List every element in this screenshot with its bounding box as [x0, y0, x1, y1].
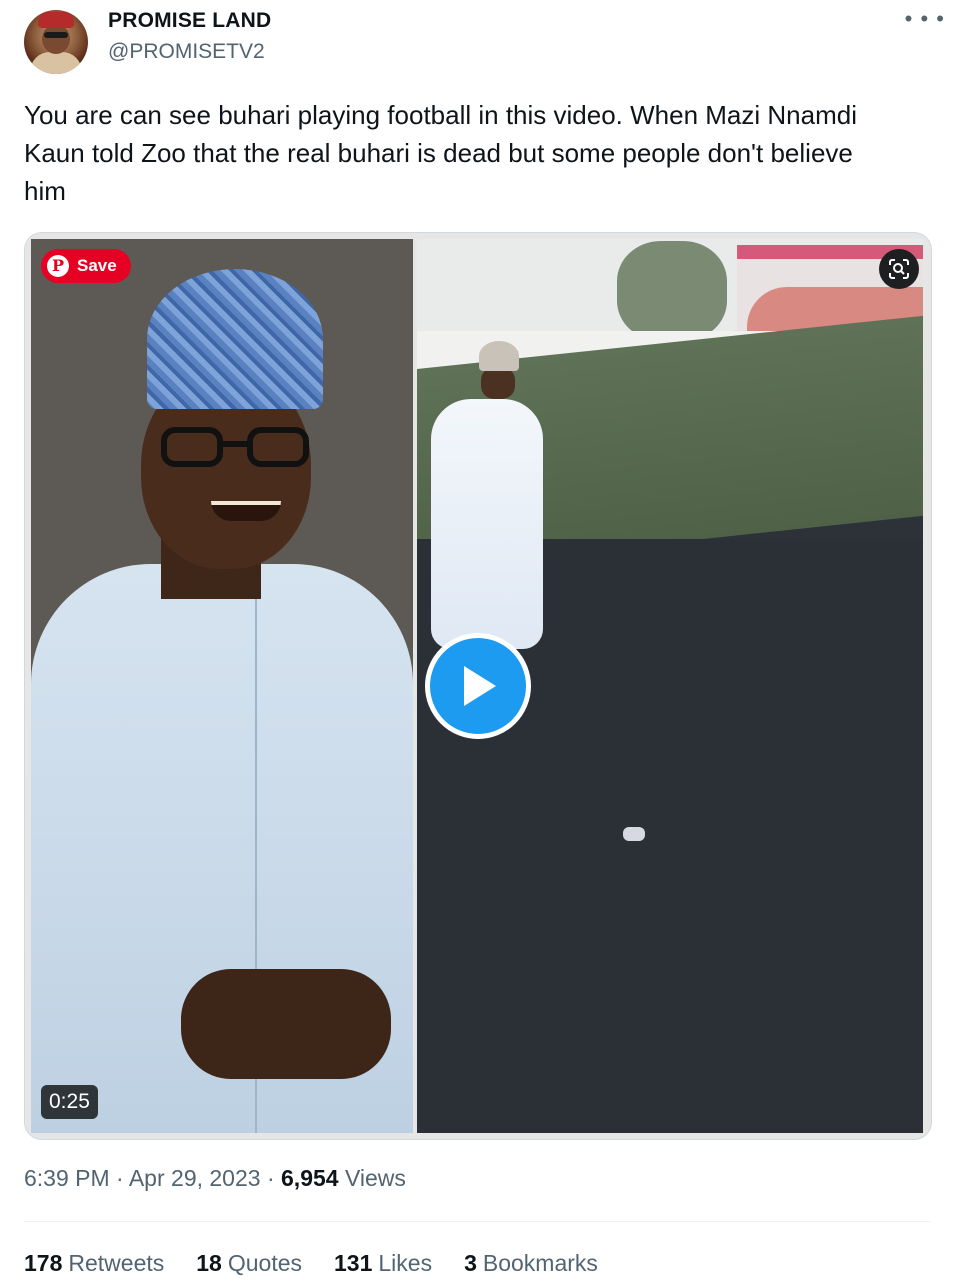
meta-separator: ·: [266, 1165, 275, 1191]
bookmarks-stat[interactable]: 3 Bookmarks: [464, 1250, 598, 1277]
stat-count: 3: [464, 1250, 477, 1276]
meta-separator: ·: [116, 1165, 124, 1191]
author-name[interactable]: PROMISE LAND: [108, 9, 271, 33]
pinterest-icon: P: [47, 255, 69, 277]
stat-label: Quotes: [227, 1250, 302, 1276]
tweet-meta: 6:39 PM · Apr 29, 2023 · 6,954 Views: [24, 1165, 406, 1192]
stat-label: Retweets: [68, 1250, 165, 1276]
stat-label: Likes: [378, 1250, 433, 1276]
engagement-stats: 178 Retweets 18 Quotes 131 Likes 3 Bookmarks: [24, 1250, 598, 1277]
quotes-stat[interactable]: 18 Quotes: [196, 1250, 302, 1277]
save-label: Save: [77, 256, 117, 275]
video-player[interactable]: P Save 0:25: [24, 232, 932, 1140]
pinterest-save-button[interactable]: P Save: [41, 249, 131, 283]
avatar[interactable]: [24, 10, 88, 74]
tweet-time[interactable]: 6:39 PM: [24, 1165, 110, 1191]
divider: [24, 1221, 931, 1222]
video-duration: 0:25: [41, 1085, 98, 1119]
author-handle[interactable]: @PROMISETV2: [108, 40, 265, 64]
tweet-date[interactable]: Apr 29, 2023: [129, 1165, 261, 1191]
views-count: 6,954: [281, 1165, 339, 1191]
stat-label: Bookmarks: [482, 1250, 598, 1276]
retweets-stat[interactable]: 178 Retweets: [24, 1250, 164, 1277]
play-icon: [464, 666, 496, 706]
play-button[interactable]: [425, 633, 531, 739]
tweet-text: You are can see buhari playing football …: [24, 100, 857, 206]
likes-stat[interactable]: 131 Likes: [334, 1250, 432, 1277]
stat-count: 178: [24, 1250, 63, 1276]
stat-count: 131: [334, 1250, 373, 1276]
views-label: Views: [344, 1165, 406, 1191]
more-icon[interactable]: • • •: [905, 8, 945, 30]
tweet-header: PROMISE LAND @PROMISETV2 • • •: [24, 6, 945, 74]
stat-count: 18: [196, 1250, 222, 1276]
left-photo: [31, 239, 413, 1133]
visual-search-icon[interactable]: [879, 249, 919, 289]
